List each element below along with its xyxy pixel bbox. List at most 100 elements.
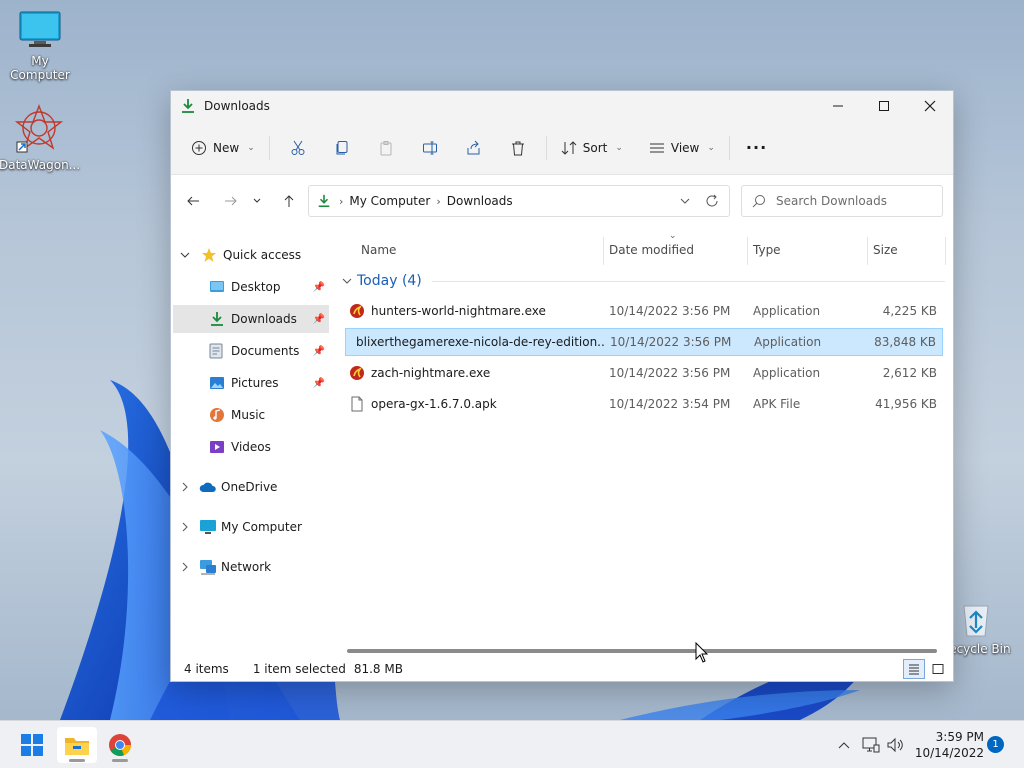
up-button[interactable] [275,187,303,215]
sidebar-item-desktop[interactable]: Desktop 📌 [171,273,329,301]
windows-logo-icon [21,734,43,756]
new-button[interactable]: New ⌄ [183,134,263,162]
file-list: Name Date modified ⌄ Type Size Today (4)… [341,231,951,653]
search-input[interactable] [776,194,936,208]
nav-label: Downloads [231,312,297,326]
arrow-right-icon [225,196,237,206]
sidebar-item-network[interactable]: Network [171,553,329,581]
minimize-icon [833,105,843,107]
horizontal-scrollbar[interactable] [347,649,937,653]
chevron-right-icon [182,522,188,532]
view-button[interactable]: View ⌄ [641,134,723,162]
nav-quick-access[interactable]: Quick access [171,241,329,269]
network-status-button[interactable] [858,737,884,753]
pin-icon: 📌 [312,313,325,325]
nav-label: Network [221,560,272,574]
nav-label: Pictures [231,376,279,390]
sidebar-item-my-computer[interactable]: My Computer [171,513,329,541]
details-view-button[interactable] [903,659,925,679]
pin-icon: 📌 [312,345,325,357]
nav-label: Documents [231,344,300,358]
file-name: zach-nightmare.exe [371,366,491,380]
group-header-today[interactable]: Today (4) [341,267,945,295]
volume-button[interactable] [884,737,908,753]
start-button[interactable] [12,727,52,763]
column-header-type[interactable]: Type [753,233,781,267]
selection-size: 81.8 MB [353,662,403,676]
file-type: Application [753,304,821,318]
desktop-icon-label: My Computer [10,54,70,82]
share-icon [467,140,480,154]
clock-date: 10/14/2022 [914,746,984,760]
download-icon [211,312,223,326]
file-explorer-window: Downloads New ⌄ Sort ⌄ View ⌄ ... › My C… [170,90,954,682]
toolbar-separator [268,135,270,160]
forward-button[interactable] [217,187,245,215]
chevron-down-icon[interactable] [679,195,691,207]
speaker-icon [887,737,903,753]
address-bar[interactable]: › My Computer › Downloads [308,185,730,217]
nav-label: My Computer [221,520,302,534]
view-list-icon [649,143,664,152]
cut-button[interactable] [276,134,320,162]
table-row[interactable]: blixerthegamerexe-nicola-de-rey-edition.… [345,328,943,356]
column-header-name[interactable]: Name [361,233,396,267]
download-icon [318,194,330,208]
sidebar-item-documents[interactable]: Documents 📌 [171,337,329,365]
delete-button[interactable] [496,134,540,162]
taskbar-file-explorer[interactable] [57,727,97,763]
table-row[interactable]: opera-gx-1.6.7.0.apk 10/14/2022 3:54 PM … [345,390,943,418]
breadcrumb-my-computer[interactable]: My Computer [349,194,430,208]
file-name: blixerthegamerexe-nicola-de-rey-edition.… [356,335,606,349]
sidebar-item-music[interactable]: Music [171,401,329,429]
navigation-pane: Quick access Desktop 📌 Downloads 📌 Docum… [171,239,329,649]
sidebar-item-downloads[interactable]: Downloads 📌 [173,305,329,333]
share-button[interactable] [452,134,496,162]
pin-icon: 📌 [312,281,325,293]
file-date: 10/14/2022 3:56 PM [609,304,731,318]
maximize-button[interactable] [861,91,907,121]
column-divider[interactable] [945,237,946,265]
sidebar-item-onedrive[interactable]: OneDrive [171,473,329,501]
column-divider[interactable] [747,237,748,265]
close-button[interactable] [907,91,953,121]
notification-badge[interactable]: 1 [987,736,1004,753]
network-icon [200,560,216,575]
back-button[interactable] [179,187,207,215]
sidebar-item-videos[interactable]: Videos [171,433,329,461]
column-divider[interactable] [603,237,604,265]
refresh-icon[interactable] [705,194,719,208]
table-row[interactable]: zach-nightmare.exe 10/14/2022 3:56 PM Ap… [345,359,943,387]
paste-button[interactable] [364,134,408,162]
desktop-icon-my-computer[interactable]: My Computer [0,10,80,82]
minimize-button[interactable] [815,91,861,121]
sort-button[interactable]: Sort ⌄ [553,134,631,162]
copy-button[interactable] [320,134,364,162]
sidebar-item-pictures[interactable]: Pictures 📌 [171,369,329,397]
breadcrumb-downloads[interactable]: Downloads [447,194,513,208]
running-indicator [112,759,128,762]
taskbar-chrome[interactable] [100,727,140,763]
exe-icon [350,304,364,318]
ethernet-icon [862,737,880,753]
column-divider[interactable] [867,237,868,265]
trash-icon [511,141,524,155]
music-icon [210,408,224,422]
tiles-view-button[interactable] [927,659,949,679]
more-options-button[interactable]: ... [736,134,777,161]
chevron-right-icon [182,562,188,572]
taskbar: 3:59 PM 10/14/2022 [0,720,1024,768]
table-row[interactable]: hunters-world-nightmare.exe 10/14/2022 3… [345,297,943,325]
rename-button[interactable] [408,134,452,162]
recent-locations-button[interactable] [247,187,267,215]
search-box[interactable] [741,185,943,217]
column-header-date[interactable]: Date modified [609,233,694,267]
desktop-icon-datawagon[interactable]: DataWagon... [0,104,80,172]
show-hidden-icons-button[interactable] [834,741,854,749]
column-header-size[interactable]: Size [873,233,898,267]
file-size: 41,956 KB [875,397,937,411]
clock[interactable]: 3:59 PM 10/14/2022 [912,729,984,761]
title-bar[interactable]: Downloads [171,91,953,121]
monitor-icon [200,520,216,534]
command-bar: New ⌄ Sort ⌄ View ⌄ ... [171,121,953,175]
